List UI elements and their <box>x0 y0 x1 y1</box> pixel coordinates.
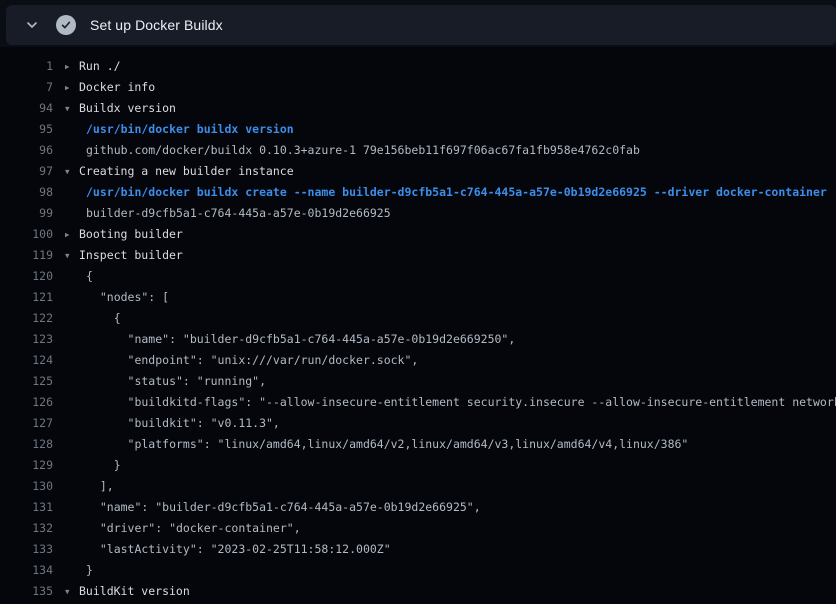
line-number[interactable]: 123 <box>0 329 53 350</box>
log-text: "lastActivity": "2023-02-25T11:58:12.000… <box>53 539 836 560</box>
line-number[interactable]: 135 <box>0 581 53 602</box>
log-container: 1 ▶Run ./ 7 ▶Docker info 94 ▼Buildx vers… <box>0 47 836 604</box>
step-header-bar[interactable]: Set up Docker Buildx <box>6 5 836 45</box>
line-number[interactable]: 134 <box>0 560 53 581</box>
line-number[interactable]: 100 <box>0 224 53 245</box>
log-text: /usr/bin/docker buildx version <box>53 119 836 140</box>
group-arrow-icon: ▼ <box>65 98 79 119</box>
log-line: 127 "buildkit": "v0.11.3", <box>0 413 836 434</box>
group-toggle[interactable]: ▼BuildKit version <box>53 581 836 602</box>
log-line-group: 94 ▼Buildx version <box>0 98 836 119</box>
log-line: 96 github.com/docker/buildx 0.10.3+azure… <box>0 140 836 161</box>
group-label: Booting builder <box>79 227 183 241</box>
log-line: 132 "driver": "docker-container", <box>0 518 836 539</box>
log-line-group: 97 ▼Creating a new builder instance <box>0 161 836 182</box>
line-number[interactable]: 95 <box>0 119 53 140</box>
log-line: 131 "name": "builder-d9cfb5a1-c764-445a-… <box>0 497 836 518</box>
group-toggle[interactable]: ▶Booting builder <box>53 224 836 245</box>
log-line: 123 "name": "builder-d9cfb5a1-c764-445a-… <box>0 329 836 350</box>
line-number[interactable]: 128 <box>0 434 53 455</box>
line-number[interactable]: 7 <box>0 77 53 98</box>
log-line: 128 "platforms": "linux/amd64,linux/amd6… <box>0 434 836 455</box>
group-label: Creating a new builder instance <box>79 164 294 178</box>
log-line: 95 /usr/bin/docker buildx version <box>0 119 836 140</box>
group-arrow-icon: ▶ <box>65 224 79 245</box>
group-label: Docker info <box>79 80 155 94</box>
log-line: 99 builder-d9cfb5a1-c764-445a-a57e-0b19d… <box>0 203 836 224</box>
group-toggle[interactable]: ▼Buildx version <box>53 98 836 119</box>
group-label: BuildKit version <box>79 584 190 598</box>
group-toggle[interactable]: ▼Creating a new builder instance <box>53 161 836 182</box>
log-line: 133 "lastActivity": "2023-02-25T11:58:12… <box>0 539 836 560</box>
line-number[interactable]: 94 <box>0 98 53 119</box>
group-arrow-icon: ▼ <box>65 161 79 182</box>
line-number[interactable]: 125 <box>0 371 53 392</box>
log-text: "platforms": "linux/amd64,linux/amd64/v2… <box>53 434 836 455</box>
chevron-down-icon[interactable] <box>24 17 40 33</box>
log-line: 120 { <box>0 266 836 287</box>
log-line: 126 "buildkitd-flags": "--allow-insecure… <box>0 392 836 413</box>
log-line-group: 1 ▶Run ./ <box>0 56 836 77</box>
log-text: "driver": "docker-container", <box>53 518 836 539</box>
line-number[interactable]: 99 <box>0 203 53 224</box>
log-line-group: 135 ▼BuildKit version <box>0 581 836 602</box>
log-text: "buildkit": "v0.11.3", <box>53 413 836 434</box>
line-number[interactable]: 132 <box>0 518 53 539</box>
group-arrow-icon: ▶ <box>65 56 79 77</box>
log-line: 98 /usr/bin/docker buildx create --name … <box>0 182 836 203</box>
line-number[interactable]: 119 <box>0 245 53 266</box>
step-title: Set up Docker Buildx <box>90 17 223 33</box>
log-text: { <box>53 308 836 329</box>
log-line: 130 ], <box>0 476 836 497</box>
log-line-group: 119 ▼Inspect builder <box>0 245 836 266</box>
line-number[interactable]: 130 <box>0 476 53 497</box>
log-text: } <box>53 455 836 476</box>
log-step-header-zone: Set up Docker Buildx <box>0 0 836 47</box>
log-line-group: 100 ▶Booting builder <box>0 224 836 245</box>
log-text: "name": "builder-d9cfb5a1-c764-445a-a57e… <box>53 497 836 518</box>
line-number[interactable]: 122 <box>0 308 53 329</box>
line-number[interactable]: 129 <box>0 455 53 476</box>
status-check-icon <box>56 15 76 35</box>
line-number[interactable]: 127 <box>0 413 53 434</box>
line-number[interactable]: 131 <box>0 497 53 518</box>
log-line: 129 } <box>0 455 836 476</box>
log-text: "status": "running", <box>53 371 836 392</box>
log-line: 125 "status": "running", <box>0 371 836 392</box>
group-toggle[interactable]: ▶Run ./ <box>53 56 836 77</box>
line-number[interactable]: 133 <box>0 539 53 560</box>
log-text: github.com/docker/buildx 0.10.3+azure-1 … <box>53 140 836 161</box>
log-line: 124 "endpoint": "unix:///var/run/docker.… <box>0 350 836 371</box>
log-text: } <box>53 560 836 581</box>
log-text: "buildkitd-flags": "--allow-insecure-ent… <box>53 392 836 413</box>
log-text: { <box>53 266 836 287</box>
log-text: "name": "builder-d9cfb5a1-c764-445a-a57e… <box>53 329 836 350</box>
line-number[interactable]: 97 <box>0 161 53 182</box>
group-toggle[interactable]: ▼Inspect builder <box>53 245 836 266</box>
line-number[interactable]: 96 <box>0 140 53 161</box>
group-label: Run ./ <box>79 59 121 73</box>
group-arrow-icon: ▼ <box>65 581 79 602</box>
line-number[interactable]: 120 <box>0 266 53 287</box>
log-line: 122 { <box>0 308 836 329</box>
line-number[interactable]: 1 <box>0 56 53 77</box>
log-line: 121 "nodes": [ <box>0 287 836 308</box>
log-text: "nodes": [ <box>53 287 836 308</box>
group-arrow-icon: ▼ <box>65 245 79 266</box>
group-label: Buildx version <box>79 101 176 115</box>
log-text: "endpoint": "unix:///var/run/docker.sock… <box>53 350 836 371</box>
line-number[interactable]: 126 <box>0 392 53 413</box>
log-line-group: 7 ▶Docker info <box>0 77 836 98</box>
log-text: ], <box>53 476 836 497</box>
line-number[interactable]: 98 <box>0 182 53 203</box>
group-label: Inspect builder <box>79 248 183 262</box>
group-toggle[interactable]: ▶Docker info <box>53 77 836 98</box>
line-number[interactable]: 124 <box>0 350 53 371</box>
log-text: /usr/bin/docker buildx create --name bui… <box>53 182 836 203</box>
group-arrow-icon: ▶ <box>65 77 79 98</box>
log-text: builder-d9cfb5a1-c764-445a-a57e-0b19d2e6… <box>53 203 836 224</box>
line-number[interactable]: 121 <box>0 287 53 308</box>
log-line: 134 } <box>0 560 836 581</box>
